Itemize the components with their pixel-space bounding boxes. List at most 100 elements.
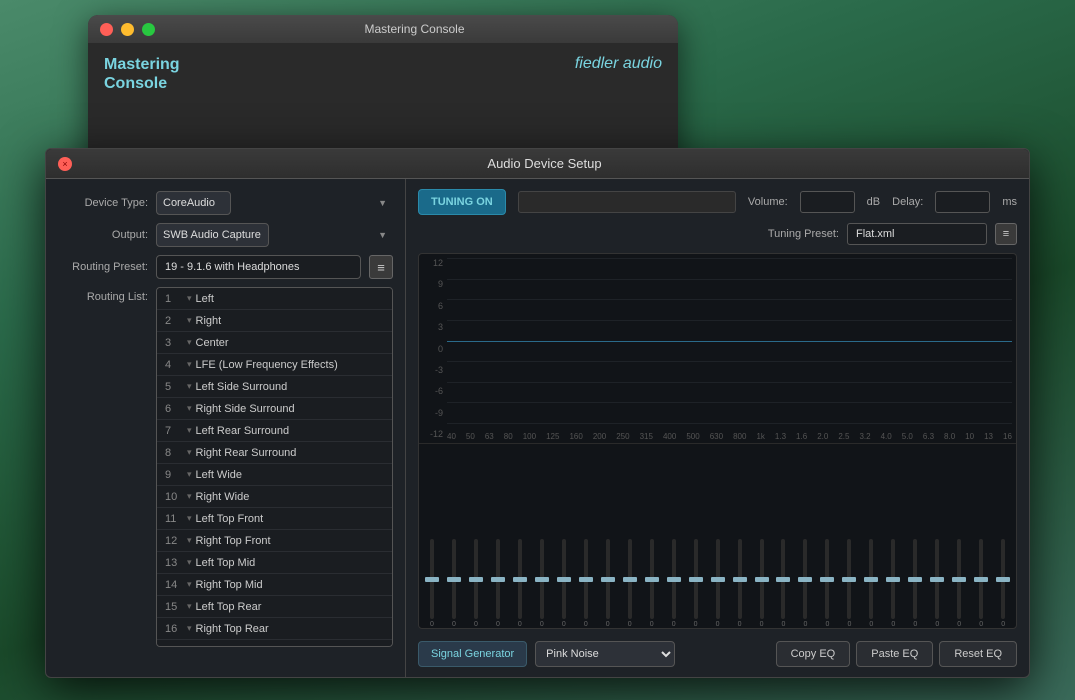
fader-track[interactable] [628, 539, 632, 619]
fader-track[interactable] [957, 539, 961, 619]
fader-thumb[interactable] [557, 577, 571, 582]
fader-thumb[interactable] [667, 577, 681, 582]
reset-eq-button[interactable]: Reset EQ [939, 641, 1017, 667]
fader-value: 0 [847, 621, 851, 628]
routing-list-item[interactable]: 5▾Left Side Surround [157, 376, 392, 398]
routing-list[interactable]: 1▾Left2▾Right3▾Center4▾LFE (Low Frequenc… [156, 287, 393, 647]
routing-list-item[interactable]: 4▾LFE (Low Frequency Effects) [157, 354, 392, 376]
routing-list-item[interactable]: 15▾Left Top Rear [157, 596, 392, 618]
fader-track[interactable] [847, 539, 851, 619]
fader-track[interactable] [518, 539, 522, 619]
fader-track[interactable] [760, 539, 764, 619]
routing-list-item[interactable]: 12▾Right Top Front [157, 530, 392, 552]
routing-preset-menu-button[interactable]: ≡ [369, 255, 393, 279]
routing-item-name: Right Rear Surround [196, 447, 297, 459]
fader-thumb[interactable] [864, 577, 878, 582]
routing-list-item[interactable]: 8▾Right Rear Surround [157, 442, 392, 464]
routing-list-item[interactable]: 9▾Left Wide [157, 464, 392, 486]
fader-thumb[interactable] [908, 577, 922, 582]
fader-thumb[interactable] [711, 577, 725, 582]
fader-thumb[interactable] [513, 577, 527, 582]
device-type-select[interactable]: CoreAudio ASIO DirectSound [156, 191, 231, 215]
routing-item-num: 11 [165, 513, 187, 525]
fader-thumb[interactable] [579, 577, 593, 582]
fader-track[interactable] [935, 539, 939, 619]
fader-track[interactable] [913, 539, 917, 619]
dialog-close-button[interactable]: × [58, 157, 72, 171]
fader-track[interactable] [430, 539, 434, 619]
eq-grid [447, 258, 1012, 423]
fader-thumb[interactable] [601, 577, 615, 582]
fader-thumb[interactable] [425, 577, 439, 582]
fader-track[interactable] [650, 539, 654, 619]
traffic-light-green[interactable] [142, 23, 155, 36]
fader-thumb[interactable] [842, 577, 856, 582]
fader-thumb[interactable] [886, 577, 900, 582]
fader-thumb[interactable] [447, 577, 461, 582]
fader-track[interactable] [452, 539, 456, 619]
volume-input[interactable] [800, 191, 855, 213]
fader-track[interactable] [1001, 539, 1005, 619]
fader-track[interactable] [694, 539, 698, 619]
output-select[interactable]: SWB Audio Capture Built-in Output Defaul… [156, 223, 269, 247]
routing-list-item[interactable]: 6▾Right Side Surround [157, 398, 392, 420]
paste-eq-button[interactable]: Paste EQ [856, 641, 933, 667]
routing-list-item[interactable]: 1▾Left [157, 288, 392, 310]
routing-list-item[interactable]: 3▾Center [157, 332, 392, 354]
copy-eq-button[interactable]: Copy EQ [776, 641, 851, 667]
delay-input[interactable] [935, 191, 990, 213]
routing-list-item[interactable]: 5▾Left Surround [5.1.x] [157, 640, 392, 647]
fader-track[interactable] [869, 539, 873, 619]
fader-area: 000000000000000000000000000 [419, 444, 1016, 628]
fader-thumb[interactable] [952, 577, 966, 582]
fader-track[interactable] [540, 539, 544, 619]
fader-track[interactable] [474, 539, 478, 619]
fader-thumb[interactable] [491, 577, 505, 582]
routing-list-item[interactable]: 11▾Left Top Front [157, 508, 392, 530]
fader-thumb[interactable] [820, 577, 834, 582]
signal-generator-button[interactable]: Signal Generator [418, 641, 527, 667]
noise-type-select[interactable]: Pink NoiseWhite NoiseSine Wave [535, 641, 675, 667]
traffic-light-yellow[interactable] [121, 23, 134, 36]
routing-list-item[interactable]: 2▾Right [157, 310, 392, 332]
routing-list-item[interactable]: 13▾Left Top Mid [157, 552, 392, 574]
eq-y-labels: 129630-3-6-9-12 [419, 254, 447, 443]
fader-track[interactable] [496, 539, 500, 619]
fader-track[interactable] [781, 539, 785, 619]
fader-track[interactable] [825, 539, 829, 619]
fader-thumb[interactable] [776, 577, 790, 582]
routing-item-name: Left Top Front [196, 513, 264, 525]
fader-track[interactable] [606, 539, 610, 619]
tuning-on-button[interactable]: TUNING ON [418, 189, 506, 215]
fader-thumb[interactable] [535, 577, 549, 582]
fader-col: 0 [663, 539, 685, 628]
fader-thumb[interactable] [733, 577, 747, 582]
tuning-preset-menu-button[interactable]: ≡ [995, 223, 1017, 245]
fader-thumb[interactable] [996, 577, 1010, 582]
routing-list-item[interactable]: 10▾Right Wide [157, 486, 392, 508]
fader-track[interactable] [584, 539, 588, 619]
tuning-preset-input[interactable] [847, 223, 987, 245]
traffic-light-red[interactable] [100, 23, 113, 36]
routing-list-item[interactable]: 16▾Right Top Rear [157, 618, 392, 640]
fader-track[interactable] [738, 539, 742, 619]
fader-track[interactable] [979, 539, 983, 619]
fader-value: 0 [716, 621, 720, 628]
fader-thumb[interactable] [798, 577, 812, 582]
fader-thumb[interactable] [755, 577, 769, 582]
fader-thumb[interactable] [930, 577, 944, 582]
fader-thumb[interactable] [645, 577, 659, 582]
fader-track[interactable] [891, 539, 895, 619]
routing-list-item[interactable]: 7▾Left Rear Surround [157, 420, 392, 442]
fader-thumb[interactable] [623, 577, 637, 582]
fader-track[interactable] [803, 539, 807, 619]
fader-thumb[interactable] [689, 577, 703, 582]
fader-thumb[interactable] [469, 577, 483, 582]
fader-thumb[interactable] [974, 577, 988, 582]
fader-track[interactable] [716, 539, 720, 619]
fader-track[interactable] [562, 539, 566, 619]
routing-preset-input[interactable] [156, 255, 361, 279]
routing-item-num: 14 [165, 579, 187, 591]
fader-track[interactable] [672, 539, 676, 619]
routing-list-item[interactable]: 14▾Right Top Mid [157, 574, 392, 596]
